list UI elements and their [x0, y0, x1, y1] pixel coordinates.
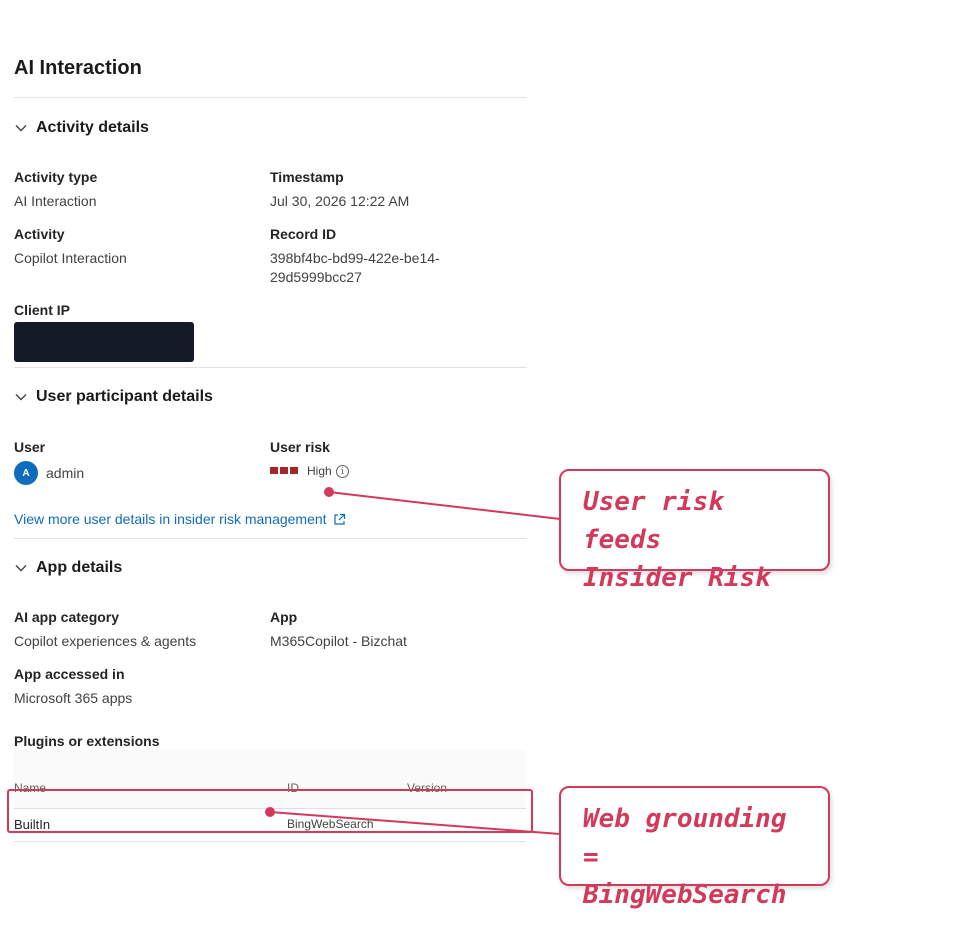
- divider: [14, 97, 527, 98]
- app-label: App: [270, 609, 298, 625]
- callout-text: Web grounding =: [583, 804, 787, 872]
- risk-level-indicator: [270, 467, 298, 474]
- user-value: admin: [46, 465, 85, 481]
- record-id-value-line1: 398bf4bc-bd99-422e-be14-: [270, 250, 440, 266]
- connector-dot: [324, 487, 334, 497]
- section-heading: User participant details: [36, 388, 213, 405]
- user-risk-label: User risk: [270, 439, 330, 455]
- table-divider: [14, 841, 526, 842]
- client-ip-redacted: [14, 322, 194, 362]
- avatar: A: [14, 461, 38, 485]
- ai-app-category-value: Copilot experiences & agents: [14, 633, 197, 649]
- section-heading: Activity details: [36, 119, 149, 136]
- activity-value: Copilot Interaction: [14, 250, 127, 266]
- app-accessed-in-value: Microsoft 365 apps: [14, 690, 133, 706]
- divider: [14, 367, 527, 368]
- activity-label: Activity: [14, 226, 65, 242]
- callout-user-risk: User risk feeds Insider Risk: [559, 469, 830, 593]
- record-id-value-line2: 29d5999bcc27: [270, 269, 362, 285]
- section-toggle-activity-details[interactable]: Activity details: [14, 119, 149, 137]
- app-accessed-in-label: App accessed in: [14, 666, 125, 682]
- page-title: AI Interaction: [14, 57, 142, 79]
- callout-web-grounding: Web grounding = BingWebSearch: [559, 786, 830, 910]
- section-toggle-user-participant-details[interactable]: User participant details: [14, 388, 213, 406]
- timestamp-value: Jul 30, 2026 12:22 AM: [270, 193, 410, 209]
- activity-type-label: Activity type: [14, 169, 98, 185]
- row-highlight-box: [7, 789, 533, 833]
- risk-bar: [280, 467, 288, 474]
- section-heading: App details: [36, 559, 123, 576]
- risk-bar: [270, 467, 278, 474]
- timestamp-label: Timestamp: [270, 169, 344, 185]
- user-risk-value: High: [307, 464, 332, 478]
- insider-risk-link-text: View more user details in insider risk m…: [14, 511, 327, 527]
- user-label: User: [14, 439, 46, 455]
- chevron-down-icon: [15, 394, 27, 401]
- connector-line: [328, 491, 561, 520]
- ai-app-category-label: AI app category: [14, 609, 120, 625]
- risk-bar: [290, 467, 298, 474]
- chevron-down-icon: [15, 565, 27, 572]
- activity-type-value: AI Interaction: [14, 193, 97, 209]
- insider-risk-link[interactable]: View more user details in insider risk m…: [14, 511, 346, 527]
- callout-text: Insider Risk: [583, 563, 771, 593]
- app-value: M365Copilot - Bizchat: [270, 633, 407, 649]
- info-icon[interactable]: i: [336, 465, 349, 478]
- client-ip-label: Client IP: [14, 302, 71, 318]
- section-toggle-app-details[interactable]: App details: [14, 559, 122, 577]
- plugins-label: Plugins or extensions: [14, 733, 160, 749]
- callout-text: BingWebSearch: [583, 880, 787, 910]
- external-link-icon: [333, 513, 345, 525]
- callout-text: User risk feeds: [583, 487, 724, 555]
- record-id-label: Record ID: [270, 226, 337, 242]
- chevron-down-icon: [15, 125, 27, 132]
- divider: [14, 538, 527, 539]
